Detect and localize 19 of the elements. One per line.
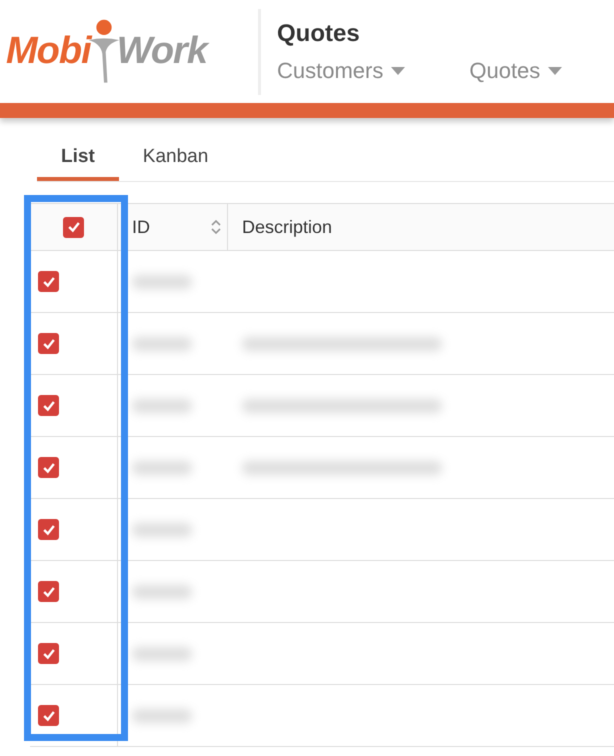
row-checkbox[interactable] [38,333,59,354]
column-label: ID [132,216,150,238]
row-checkbox[interactable] [38,519,59,540]
column-header[interactable]: ID [118,204,228,250]
tab[interactable]: List [37,140,119,181]
select-all-checkbox[interactable] [63,216,84,238]
row-checkbox[interactable] [38,705,59,726]
row-checkbox[interactable] [38,271,59,292]
caret-icon [391,66,406,74]
page-title: Quotes [277,20,361,48]
row-checkbox[interactable] [38,395,59,416]
logo: Mobi Work [0,6,250,96]
column-label: Description [242,216,332,238]
row-checkbox[interactable] [38,457,59,478]
row-checkbox[interactable] [38,643,59,664]
row-checkbox[interactable] [38,581,59,602]
column-header[interactable]: Description [228,204,614,250]
caret-icon [548,66,562,74]
tab[interactable]: Kanban [118,140,232,181]
